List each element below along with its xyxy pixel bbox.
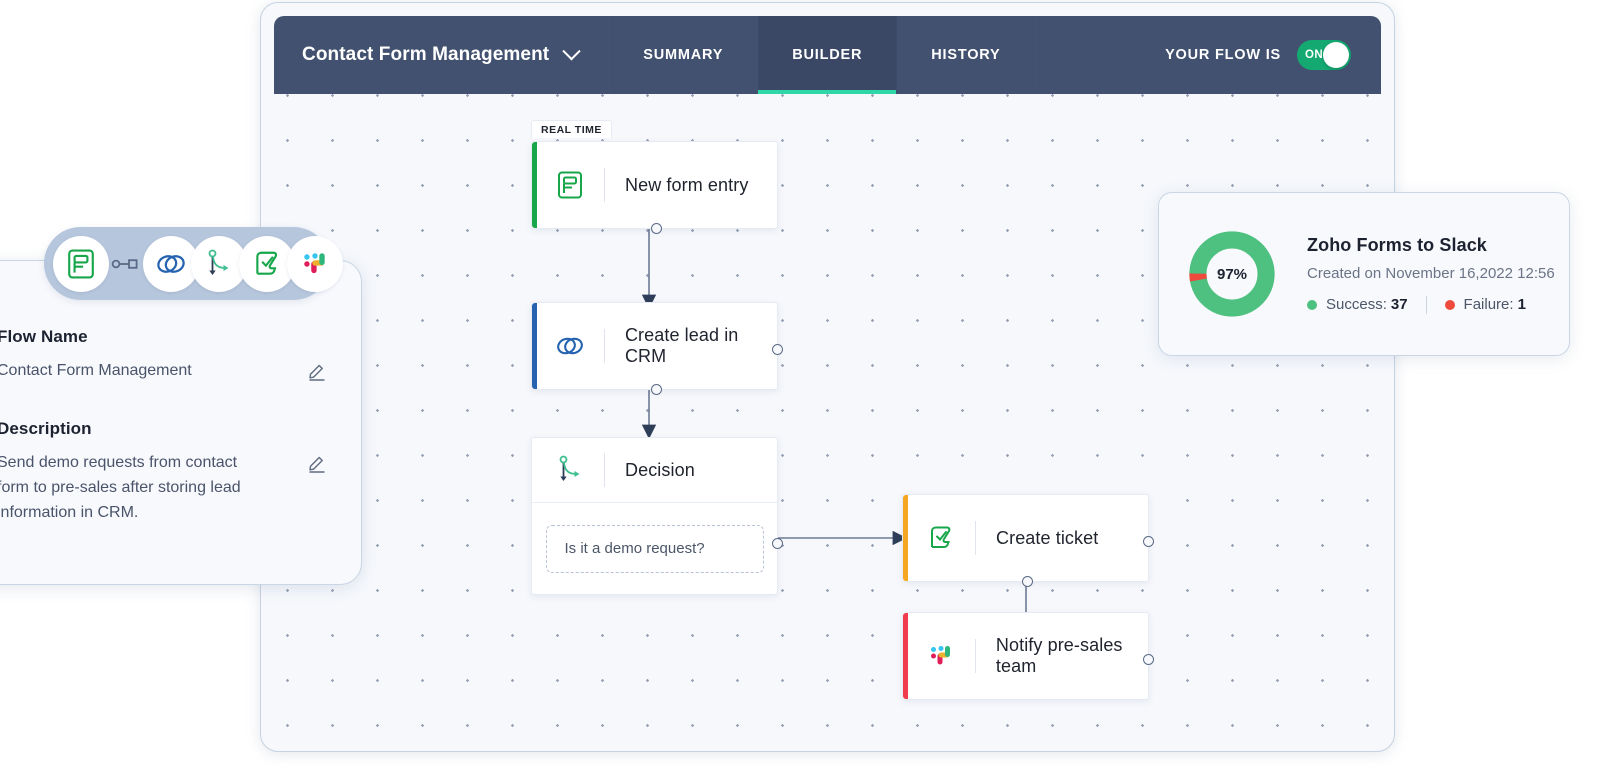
decision-condition-area: Is it a demo request? (532, 502, 777, 594)
node-label: New form entry (625, 175, 748, 196)
flow-enabled-toggle[interactable]: ON (1297, 40, 1351, 70)
node-create-lead-in-crm[interactable]: Create lead in CRM (531, 302, 778, 390)
flow-state-label: YOUR FLOW IS (1165, 47, 1281, 63)
node-divider (604, 168, 605, 202)
app-header: Contact Form Management SUMMARY BUILDER … (274, 16, 1381, 94)
success-label: Success: (1326, 296, 1387, 313)
node-label: Create ticket (996, 528, 1098, 549)
node-accent-bar (532, 303, 537, 389)
tab-builder[interactable]: BUILDER (758, 16, 897, 94)
description-row: Send demo requests from contact form to … (0, 451, 327, 525)
builder-window: Contact Form Management SUMMARY BUILDER … (260, 2, 1395, 752)
description-label: Description (0, 419, 361, 439)
tab-bar: SUMMARY BUILDER HISTORY (609, 16, 1035, 94)
node-side-port[interactable] (1143, 654, 1154, 665)
flow-title-dropdown[interactable]: Contact Form Management (274, 16, 609, 94)
flow-name-row: Contact Form Management (0, 359, 327, 386)
chip-slack-icon[interactable] (287, 236, 343, 292)
node-content: Create ticket (903, 495, 1148, 581)
node-output-port[interactable] (651, 223, 662, 234)
flow-title-text: Contact Form Management (302, 44, 549, 66)
flow-name-label: Flow Name (0, 327, 361, 347)
flow-state-group: YOUR FLOW IS ON (1165, 16, 1381, 94)
screenshot-root: Contact Form Management SUMMARY BUILDER … (0, 0, 1600, 772)
node-notify-pre-sales-team[interactable]: Notify pre-sales team (902, 612, 1149, 700)
tab-builder-label: BUILDER (792, 47, 862, 63)
stats-text-group: Zoho Forms to Slack Created on November … (1307, 235, 1555, 314)
node-content: Notify pre-sales team (903, 613, 1148, 699)
node-divider (604, 329, 605, 363)
success-dot-icon (1307, 300, 1317, 310)
node-divider (604, 453, 605, 487)
toggle-state-label: ON (1305, 49, 1323, 61)
stats-legend: Success: 37 Failure: 1 (1307, 296, 1555, 314)
node-label: Notify pre-sales team (996, 635, 1148, 677)
app-chip-bar (44, 227, 330, 300)
chevron-down-icon (563, 42, 581, 60)
stats-created-date: Created on November 16,2022 12:56 (1307, 265, 1555, 282)
node-decision[interactable]: Decision Is it a demo request? (531, 437, 778, 595)
connector-icon (109, 257, 143, 271)
stats-title: Zoho Forms to Slack (1307, 235, 1555, 256)
tab-history-label: HISTORY (931, 47, 1000, 63)
connector-layer (274, 94, 1381, 738)
node-new-form-entry[interactable]: REAL TIME New form entry (531, 141, 778, 229)
flow-name-value: Contact Form Management (0, 359, 269, 384)
node-content: New form entry (532, 142, 777, 228)
pencil-icon[interactable] (307, 453, 327, 478)
decision-condition-text: Is it a demo request? (565, 540, 705, 557)
node-accent-bar (903, 613, 908, 699)
decision-branch-icon (550, 450, 590, 490)
failure-value: 1 (1518, 296, 1526, 313)
node-create-ticket[interactable]: Create ticket (902, 494, 1149, 582)
description-group: Description Send demo requests from cont… (0, 419, 361, 525)
decision-condition-box[interactable]: Is it a demo request? (546, 525, 764, 573)
realtime-badge: REAL TIME (531, 120, 612, 138)
pencil-icon[interactable] (307, 361, 327, 386)
flow-stats-card: 97% Zoho Forms to Slack Created on Novem… (1158, 192, 1570, 356)
node-output-port[interactable] (1022, 576, 1033, 587)
flow-name-group: Flow Name Contact Form Management (0, 327, 361, 386)
node-side-port[interactable] (1143, 536, 1154, 547)
node-content: Decision (532, 438, 777, 502)
node-output-port[interactable] (651, 384, 662, 395)
slack-icon (921, 636, 961, 676)
flow-detail-card: Flow Name Contact Form Management Descri… (0, 260, 362, 585)
failure-dot-icon (1445, 300, 1455, 310)
success-value: 37 (1391, 296, 1408, 313)
zoho-forms-icon (550, 165, 590, 205)
node-label: Decision (625, 460, 695, 481)
tab-summary-label: SUMMARY (643, 47, 723, 63)
tab-summary[interactable]: SUMMARY (609, 16, 758, 94)
zoho-crm-icon (550, 326, 590, 366)
description-value: Send demo requests from contact form to … (0, 451, 269, 525)
node-accent-bar (532, 142, 537, 228)
node-accent-bar (903, 495, 908, 581)
zoho-desk-icon (921, 518, 961, 558)
failure-label: Failure: (1464, 296, 1514, 313)
flow-canvas[interactable]: REAL TIME New form entry (274, 94, 1381, 738)
success-rate-donut: 97% (1187, 229, 1277, 319)
success-rate-percent: 97% (1187, 229, 1277, 319)
builder-window-inner: Contact Form Management SUMMARY BUILDER … (274, 16, 1381, 738)
chip-zoho-forms-icon[interactable] (53, 236, 109, 292)
node-content: Create lead in CRM (532, 303, 777, 389)
node-side-port[interactable] (772, 344, 783, 355)
tab-history[interactable]: HISTORY (897, 16, 1035, 94)
decision-output-port[interactable] (772, 538, 783, 549)
node-divider (975, 639, 976, 673)
legend-divider (1426, 296, 1427, 314)
toggle-knob (1323, 42, 1349, 68)
node-label: Create lead in CRM (625, 325, 777, 367)
node-divider (975, 521, 976, 555)
